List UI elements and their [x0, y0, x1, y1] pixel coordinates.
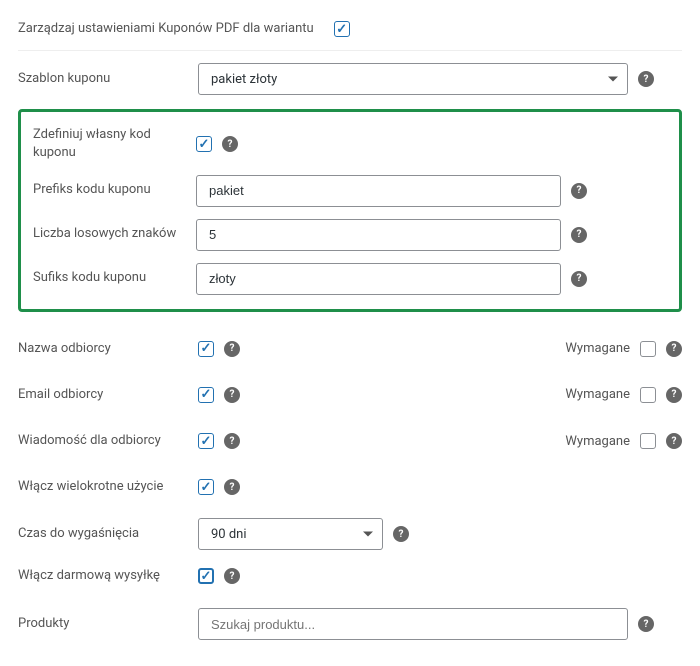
recipient-message-checkbox[interactable] [198, 433, 214, 449]
define-code-row: Zdefiniuj własny kod kuponu ? [33, 120, 667, 168]
recipient-name-required-label: Wymagane [565, 341, 630, 356]
help-icon[interactable]: ? [571, 227, 587, 243]
template-select-wrap: pakiet złoty [198, 63, 628, 95]
multi-use-checkbox[interactable] [198, 479, 214, 495]
template-label: Szablon kuponu [18, 70, 198, 88]
free-shipping-checkbox[interactable] [198, 568, 214, 584]
template-row: Szablon kuponu pakiet złoty ? [18, 55, 682, 103]
products-label: Produkty [18, 615, 198, 633]
recipient-message-required-checkbox[interactable] [640, 433, 656, 449]
recipient-email-checkbox[interactable] [198, 387, 214, 403]
help-icon[interactable]: ? [666, 341, 682, 357]
template-select[interactable]: pakiet złoty [198, 63, 628, 95]
products-input[interactable] [198, 608, 628, 640]
recipient-name-row: Nazwa odbiorcy ? Wymagane ? [18, 326, 682, 372]
expiry-select[interactable]: 90 dni [198, 518, 383, 550]
expiry-label: Czas do wygaśnięcia [18, 525, 198, 543]
random-label: Liczba losowych znaków [33, 225, 196, 243]
expiry-row: Czas do wygaśnięcia 90 dni ? [18, 510, 682, 558]
recipient-email-required-checkbox[interactable] [640, 387, 656, 403]
help-icon[interactable]: ? [393, 526, 409, 542]
help-icon[interactable]: ? [571, 183, 587, 199]
code-definition-box: Zdefiniuj własny kod kuponu ? Prefiks ko… [18, 109, 682, 311]
random-input[interactable] [196, 219, 561, 251]
prefix-row: Prefiks kodu kuponu ? [33, 169, 667, 213]
help-icon[interactable]: ? [224, 387, 240, 403]
define-code-checkbox[interactable] [196, 136, 212, 152]
recipient-name-required-checkbox[interactable] [640, 341, 656, 357]
suffix-label: Sufiks kodu kuponu [33, 269, 196, 287]
suffix-input[interactable] [196, 263, 561, 295]
manage-variant-row: Zarządzaj ustawieniami Kuponów PDF dla w… [18, 12, 682, 51]
help-icon[interactable]: ? [571, 271, 587, 287]
define-code-label: Zdefiniuj własny kod kuponu [33, 126, 196, 162]
free-shipping-label: Włącz darmową wysyłkę [18, 567, 198, 585]
recipient-message-row: Wiadomość dla odbiorcy ? Wymagane ? [18, 418, 682, 464]
products-row: Produkty ? [18, 594, 682, 654]
prefix-label: Prefiks kodu kuponu [33, 181, 196, 199]
prefix-input[interactable] [196, 175, 561, 207]
multi-use-label: Włącz wielokrotne użycie [18, 478, 198, 496]
help-icon[interactable]: ? [638, 71, 654, 87]
help-icon[interactable]: ? [666, 433, 682, 449]
expiry-select-wrap: 90 dni [198, 518, 383, 550]
help-icon[interactable]: ? [224, 568, 240, 584]
recipient-name-checkbox[interactable] [198, 341, 214, 357]
multi-use-row: Włącz wielokrotne użycie ? [18, 464, 682, 510]
help-icon[interactable]: ? [638, 616, 654, 632]
help-icon[interactable]: ? [224, 479, 240, 495]
manage-variant-label: Zarządzaj ustawieniami Kuponów PDF dla w… [18, 20, 314, 38]
suffix-row: Sufiks kodu kuponu ? [33, 257, 667, 301]
help-icon[interactable]: ? [224, 433, 240, 449]
recipient-name-label: Nazwa odbiorcy [18, 340, 198, 358]
manage-variant-checkbox[interactable] [334, 21, 350, 37]
recipient-email-required-label: Wymagane [565, 387, 630, 402]
free-shipping-row: Włącz darmową wysyłkę ? [18, 558, 682, 594]
recipient-message-required-label: Wymagane [565, 434, 630, 449]
help-icon[interactable]: ? [224, 341, 240, 357]
recipient-message-label: Wiadomość dla odbiorcy [18, 432, 198, 450]
random-row: Liczba losowych znaków ? [33, 213, 667, 257]
recipient-email-label: Email odbiorcy [18, 386, 198, 404]
recipient-email-row: Email odbiorcy ? Wymagane ? [18, 372, 682, 418]
help-icon[interactable]: ? [666, 387, 682, 403]
help-icon[interactable]: ? [222, 136, 238, 152]
